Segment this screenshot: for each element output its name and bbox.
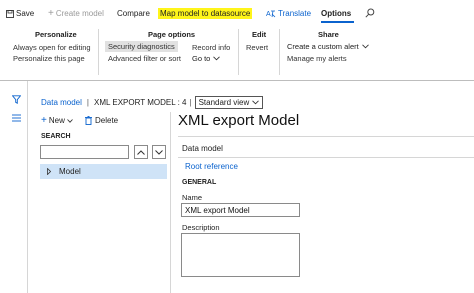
ribbon-group-personalize-title: Personalize <box>35 30 77 39</box>
security-diagnostics-item[interactable]: Security diagnostics <box>105 41 178 52</box>
new-button[interactable]: + New <box>41 114 73 126</box>
record-info-item[interactable]: Record info <box>192 43 230 52</box>
save-label: Save <box>16 9 35 18</box>
search-icon[interactable] <box>365 8 375 18</box>
advanced-filter-item[interactable]: Advanced filter or sort <box>108 54 181 63</box>
detail-card: Data model Root reference GENERAL Name D… <box>178 136 474 293</box>
search-label: SEARCH <box>41 133 71 140</box>
list-icon[interactable] <box>12 114 21 122</box>
chevron-down-icon <box>67 118 73 123</box>
section-header: Data model <box>182 144 223 153</box>
trash-icon <box>85 116 92 125</box>
description-field-label: Description <box>182 223 220 232</box>
chevron-up-icon <box>137 149 145 155</box>
breadcrumb-data-model[interactable]: Data model <box>41 98 82 107</box>
svg-text:A: A <box>266 11 271 18</box>
plus-icon: + <box>48 7 54 19</box>
tab-options[interactable]: Options <box>321 9 354 23</box>
search-input[interactable] <box>40 145 129 159</box>
nav-rail <box>0 81 28 293</box>
compare-button[interactable]: Compare <box>117 9 150 18</box>
breadcrumb-separator: | <box>86 98 89 107</box>
save-icon <box>6 9 14 18</box>
revert-item[interactable]: Revert <box>246 43 268 52</box>
translate-icon: A <box>266 10 276 18</box>
chevron-down-icon <box>252 100 260 105</box>
tree-item-label: Model <box>59 167 81 176</box>
go-to-label: Go to <box>192 54 211 63</box>
general-section-label: GENERAL <box>182 179 217 186</box>
create-custom-alert-label: Create a custom alert <box>287 42 359 51</box>
name-field[interactable] <box>181 203 300 217</box>
ribbon-group-share-title: Share <box>318 30 339 39</box>
ribbon: Personalize Always open for editing Pers… <box>0 27 474 81</box>
root-reference-link[interactable]: Root reference <box>185 162 238 171</box>
personalize-page-item[interactable]: Personalize this page <box>13 54 85 63</box>
go-to-item[interactable]: Go to <box>192 54 221 63</box>
description-field[interactable] <box>181 233 300 277</box>
view-selector[interactable]: Standard view <box>194 96 264 109</box>
section-divider <box>178 157 474 158</box>
tree-item-model[interactable]: Model <box>40 164 167 179</box>
always-open-editing-item[interactable]: Always open for editing <box>13 43 91 52</box>
chevron-down-icon <box>155 149 163 155</box>
translate-button[interactable]: A Translate <box>266 9 311 18</box>
new-label: New <box>48 116 65 125</box>
ribbon-group-edit-title: Edit <box>252 30 267 39</box>
create-model-label: Create model <box>55 9 104 18</box>
delete-button[interactable]: Delete <box>85 116 118 125</box>
plus-icon: + <box>41 114 47 126</box>
map-model-button[interactable]: Map model to datasource <box>158 8 253 19</box>
ribbon-divider <box>98 29 99 75</box>
tab-options-underline <box>321 21 354 23</box>
tab-options-label: Options <box>321 9 352 18</box>
pane-splitter[interactable] <box>170 112 171 293</box>
chevron-down-icon <box>213 56 221 61</box>
breadcrumb: Data model | XML EXPORT MODEL : 4 | Stan… <box>41 96 264 109</box>
chevron-down-icon <box>361 44 369 49</box>
top-toolbar: Save + Create model Compare Map model to… <box>0 0 474 27</box>
move-down-button[interactable] <box>152 145 166 159</box>
ribbon-group-page-options-title: Page options <box>148 30 196 39</box>
expand-arrow-icon[interactable] <box>47 168 51 175</box>
breadcrumb-current: XML EXPORT MODEL : 4 <box>94 98 187 107</box>
translate-label: Translate <box>278 9 312 18</box>
ribbon-bottom-border <box>0 80 474 81</box>
move-up-button[interactable] <box>134 145 148 159</box>
page-title: XML export Model <box>178 112 300 129</box>
name-field-label: Name <box>182 193 203 202</box>
ribbon-divider <box>279 29 280 75</box>
filter-icon[interactable] <box>12 95 21 104</box>
ribbon-divider <box>238 29 239 75</box>
create-custom-alert-item[interactable]: Create a custom alert <box>287 42 369 51</box>
save-button[interactable]: Save <box>6 9 34 18</box>
manage-alerts-item[interactable]: Manage my alerts <box>287 54 347 63</box>
create-model-button[interactable]: + Create model <box>48 7 104 19</box>
delete-label: Delete <box>95 116 119 125</box>
breadcrumb-separator: | <box>189 98 192 107</box>
view-selector-label: Standard view <box>198 98 250 107</box>
